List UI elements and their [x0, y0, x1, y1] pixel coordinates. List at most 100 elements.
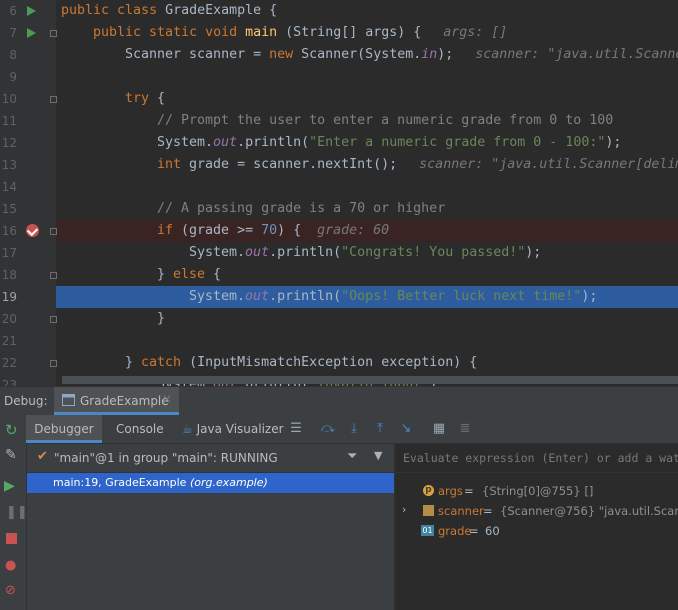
- tab-java-visualizer[interactable]: ☕ Java Visualizer: [182, 415, 284, 443]
- debug-title-bar: Debug: GradeExample ×: [0, 387, 678, 415]
- code-token: int: [157, 157, 190, 172]
- line-number: 9: [9, 70, 17, 84]
- resume-icon[interactable]: ▶: [4, 478, 15, 494]
- debug-side-toolbar: ↻ ✎ ▶ ❚❚ ● ⊘: [0, 415, 28, 610]
- menu-icon[interactable]: ☰: [288, 422, 304, 436]
- code-string: "Oops! Better luck next time!": [341, 289, 582, 304]
- code-token: try: [125, 91, 158, 106]
- thread-selector[interactable]: ✔ "main"@1 in group "main": RUNNING ⏷ ▼: [27, 444, 394, 473]
- code-token: .println(: [237, 135, 310, 150]
- pause-icon[interactable]: ❚❚: [6, 505, 28, 520]
- fold-icon[interactable]: [50, 272, 57, 279]
- variable-row[interactable]: p args = {String[0]@755} []: [395, 481, 678, 501]
- tab-java-visualizer-label: Java Visualizer: [196, 422, 284, 436]
- fold-icon[interactable]: [50, 30, 57, 37]
- variable-value: 60: [485, 524, 500, 538]
- variable-name: args: [438, 484, 463, 498]
- frames-panel: ✔ "main"@1 in group "main": RUNNING ⏷ ▼ …: [27, 444, 395, 610]
- code-token: void: [205, 25, 246, 40]
- code-line-20: }: [61, 308, 678, 330]
- step-into-icon[interactable]: ⤓: [346, 422, 362, 436]
- variable-row[interactable]: 01 grade = 60: [395, 521, 678, 541]
- java-visualizer-icon: ☕: [182, 422, 193, 436]
- close-icon[interactable]: ×: [162, 392, 172, 406]
- code-line-19: System.out.println("Oops! Better luck ne…: [61, 286, 678, 308]
- code-line-15: // A passing grade is a 70 or higher: [61, 198, 678, 220]
- line-number: 7: [9, 26, 17, 40]
- run-main-icon[interactable]: [27, 28, 36, 38]
- line-number: 14: [1, 180, 17, 194]
- code-token: .println(: [269, 245, 342, 260]
- filter-icon[interactable]: ⏷: [347, 449, 357, 464]
- code-token: );: [581, 289, 598, 304]
- code-token: static: [149, 25, 206, 40]
- show-execution-point-icon[interactable]: ⤼: [320, 422, 336, 436]
- line-number: 11: [1, 114, 17, 128]
- debug-tool-window: Debug: GradeExample × ↻ ✎ ▶ ❚❚ ● ⊘ Debug…: [0, 386, 678, 610]
- fold-icon[interactable]: [50, 228, 57, 235]
- variable-value: {String[0]@755} []: [482, 484, 594, 498]
- code-line-16: if (grade >= 70) {grade: 60: [61, 220, 678, 242]
- line-number: 16: [1, 224, 17, 238]
- line-number: 6: [9, 4, 17, 18]
- fold-icon[interactable]: [50, 96, 57, 103]
- line-number: 8: [9, 48, 17, 62]
- code-token: System.: [189, 245, 246, 260]
- thread-label: "main"@1 in group "main": RUNNING: [54, 451, 278, 465]
- line-number: 12: [1, 136, 17, 150]
- evaluate-expression-placeholder: Evaluate expression (Enter) or add a wat…: [403, 451, 678, 465]
- wrench-icon[interactable]: ✎: [5, 447, 17, 463]
- tab-console[interactable]: Console: [116, 415, 164, 443]
- stack-frame-item[interactable]: main:19, GradeExample (org.example): [27, 473, 394, 493]
- code-editor[interactable]: 6 7 8 9 10 11 12 13 14 15 16 17 18 19 20…: [0, 0, 678, 386]
- inline-value-hint: grade: 60: [317, 223, 390, 238]
- code-token: (InputMismatchException exception) {: [189, 355, 478, 370]
- fold-icon[interactable]: [50, 360, 57, 367]
- code-token: public: [93, 25, 150, 40]
- code-token: }: [157, 267, 174, 282]
- breakpoint-icon[interactable]: [26, 224, 39, 237]
- line-number: 17: [1, 246, 17, 260]
- code-string: "Congrats! You passed!": [341, 245, 526, 260]
- chevron-down-icon[interactable]: ▼: [374, 449, 382, 462]
- trace-icon[interactable]: ≣: [457, 422, 473, 436]
- code-token: GradeExample {: [165, 3, 278, 18]
- horizontal-scrollbar[interactable]: [62, 376, 678, 384]
- line-number: 22: [1, 356, 17, 370]
- mute-breakpoints-icon[interactable]: ⊘: [5, 583, 16, 598]
- line-number: 15: [1, 202, 17, 216]
- fold-icon[interactable]: [50, 316, 57, 323]
- parameter-icon: p: [423, 485, 434, 496]
- variable-equals: =: [464, 484, 474, 498]
- code-token: out: [245, 245, 270, 260]
- code-token: (grade >=: [181, 223, 262, 238]
- stop-icon[interactable]: [6, 533, 17, 544]
- code-line-10: try {: [61, 88, 678, 110]
- application-icon: [62, 394, 75, 406]
- code-token: out: [213, 135, 238, 150]
- debug-label: Debug:: [4, 394, 48, 408]
- variable-name: scanner: [438, 504, 484, 518]
- line-number: 18: [1, 268, 17, 282]
- run-class-icon[interactable]: [27, 6, 36, 16]
- code-token: }: [157, 311, 166, 326]
- variable-row[interactable]: › scanner = {Scanner@756} "java.util.Sca…: [395, 501, 678, 521]
- code-token: else: [173, 267, 214, 282]
- line-number-current: 19: [1, 290, 17, 304]
- code-token: (String[] args) {: [277, 25, 422, 40]
- inline-value-hint: scanner: "java.util.Scanner[delimiters=\…: [419, 157, 678, 172]
- stack-frame-label: main:19, GradeExample (org.example): [53, 476, 268, 489]
- evaluate-expression-icon[interactable]: ▦: [431, 422, 447, 436]
- debug-session-tab[interactable]: GradeExample ×: [54, 387, 179, 415]
- view-breakpoints-icon[interactable]: ●: [5, 558, 16, 573]
- step-out-icon[interactable]: ⤒: [372, 422, 388, 436]
- checkmark-icon: ✔: [37, 449, 48, 464]
- code-token: {: [213, 267, 222, 282]
- chevron-right-icon[interactable]: ›: [402, 503, 406, 516]
- evaluate-expression-field[interactable]: Evaluate expression (Enter) or add a wat…: [395, 444, 678, 473]
- variables-panel: Evaluate expression (Enter) or add a wat…: [395, 444, 678, 610]
- tab-debugger[interactable]: Debugger: [26, 415, 102, 443]
- code-token: }: [125, 355, 142, 370]
- rerun-icon[interactable]: ↻: [5, 421, 18, 439]
- run-to-cursor-icon[interactable]: ↘: [398, 422, 414, 436]
